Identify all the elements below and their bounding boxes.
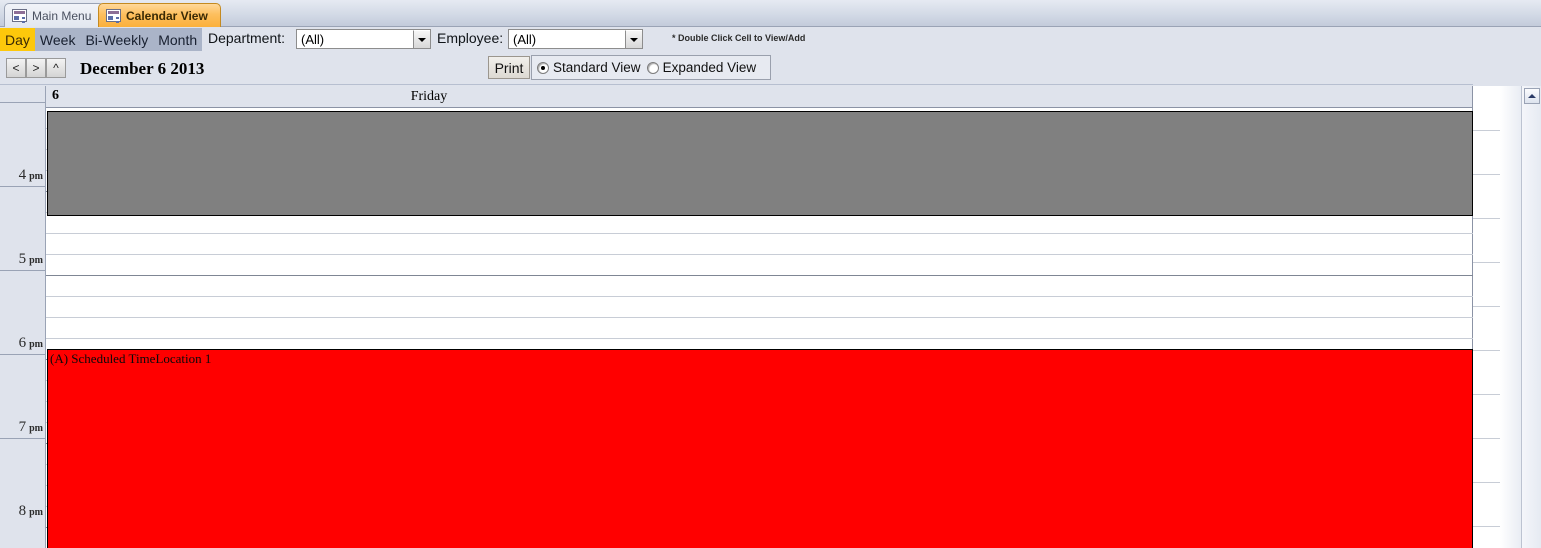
hour-meridiem: pm bbox=[29, 171, 43, 182]
time-gutter: 4 pm 5 pm 6 pm 7 pm 8 pm bbox=[0, 86, 46, 548]
appointment-block[interactable]: (A) Scheduled TimeLocation 1 bbox=[47, 349, 1473, 548]
hour-meridiem: pm bbox=[29, 339, 43, 350]
time-cell[interactable] bbox=[46, 234, 1473, 255]
hour-number: 5 bbox=[18, 251, 27, 267]
prev-day-label: < bbox=[12, 61, 20, 75]
employee-dropdown[interactable]: (All) bbox=[508, 29, 643, 49]
scroll-gutter-background bbox=[1500, 86, 1521, 548]
view-mode-day[interactable]: Day bbox=[0, 28, 35, 51]
time-slot-5pm: 5 pm bbox=[0, 186, 46, 270]
calendar-grid: 4 pm 5 pm 6 pm 7 pm 8 pm 6 Friday (A) Sc… bbox=[0, 86, 1541, 548]
day-column-header: 6 Friday bbox=[46, 86, 1473, 108]
next-day-button[interactable]: > bbox=[26, 58, 46, 78]
time-slot-4pm: 4 pm bbox=[0, 102, 46, 186]
double-click-hint: * Double Click Cell to View/Add bbox=[672, 33, 806, 43]
view-mode-bi-weekly-label: Bi-Weekly bbox=[85, 31, 149, 48]
department-label: Department: bbox=[208, 30, 286, 46]
chevron-up-icon bbox=[1528, 94, 1536, 98]
view-mode-day-label: Day bbox=[5, 31, 30, 48]
radio-expanded-view-indicator[interactable] bbox=[646, 61, 659, 74]
tab-calendar-view-label: Calendar View bbox=[126, 8, 208, 23]
prev-day-button[interactable]: < bbox=[6, 58, 26, 78]
view-mode-week[interactable]: Week bbox=[35, 28, 81, 51]
time-cell[interactable] bbox=[46, 318, 1473, 339]
hour-number: 7 bbox=[18, 419, 27, 435]
filter-toolbar: Day Week Bi-Weekly Month Department: (Al… bbox=[0, 28, 1541, 51]
tab-main-menu[interactable]: Main Menu bbox=[4, 3, 105, 27]
access-form-icon bbox=[106, 9, 121, 22]
radio-standard-view-indicator[interactable] bbox=[537, 61, 549, 74]
current-date-title: December 6 2013 bbox=[80, 59, 205, 78]
hour-number: 6 bbox=[18, 335, 27, 351]
time-cell[interactable] bbox=[46, 213, 1473, 234]
time-slot-7pm: 7 pm bbox=[0, 354, 46, 438]
access-form-icon bbox=[12, 9, 27, 22]
view-mode-month[interactable]: Month bbox=[153, 28, 202, 51]
time-cell[interactable] bbox=[46, 297, 1473, 318]
tab-bar-background bbox=[0, 0, 1541, 26]
print-button-label: Print bbox=[494, 59, 524, 76]
radio-standard-view[interactable]: Standard View bbox=[537, 60, 641, 75]
appointment-block[interactable] bbox=[47, 111, 1473, 216]
today-up-button[interactable]: ^ bbox=[46, 58, 66, 78]
employee-label: Employee: bbox=[437, 30, 504, 46]
today-up-label: ^ bbox=[53, 61, 59, 75]
time-cell[interactable] bbox=[46, 276, 1473, 297]
scroll-up-button[interactable] bbox=[1524, 88, 1540, 104]
employee-value: (All) bbox=[513, 31, 537, 47]
view-detail-radio-group: Standard View Expanded View bbox=[531, 55, 771, 80]
hour-meridiem: pm bbox=[29, 423, 43, 434]
hour-number: 4 bbox=[18, 167, 27, 183]
print-button[interactable]: Print bbox=[488, 56, 530, 79]
document-tab-bar: Main Menu Calendar View bbox=[0, 0, 1541, 27]
view-mode-month-label: Month bbox=[158, 31, 198, 48]
chevron-down-icon[interactable] bbox=[413, 30, 430, 48]
appointment-title: (A) Scheduled TimeLocation 1 bbox=[50, 351, 212, 366]
vertical-scrollbar[interactable] bbox=[1521, 86, 1541, 548]
hour-meridiem: pm bbox=[29, 507, 43, 518]
hour-meridiem: pm bbox=[29, 255, 43, 266]
view-mode-week-label: Week bbox=[39, 31, 76, 48]
radio-expanded-view-label: Expanded View bbox=[662, 60, 757, 75]
time-cell[interactable] bbox=[46, 255, 1473, 276]
day-column: 6 Friday (A) Scheduled TimeLocation 1 bbox=[46, 86, 1473, 548]
view-mode-switcher: Day Week Bi-Weekly Month bbox=[0, 28, 203, 51]
scroll-gutter bbox=[1500, 86, 1521, 548]
view-mode-bi-weekly[interactable]: Bi-Weekly bbox=[80, 28, 153, 51]
day-name: Friday bbox=[410, 89, 448, 104]
time-slot-8pm: 8 pm bbox=[0, 438, 46, 522]
access-calendar-window: Main Menu Calendar View Day Week Bi-Week… bbox=[0, 0, 1541, 548]
tab-main-menu-label: Main Menu bbox=[32, 8, 92, 23]
department-value: (All) bbox=[301, 31, 325, 47]
radio-standard-view-label: Standard View bbox=[553, 60, 641, 75]
department-dropdown[interactable]: (All) bbox=[296, 29, 431, 49]
time-slot-6pm: 6 pm bbox=[0, 270, 46, 354]
next-day-label: > bbox=[32, 61, 40, 75]
day-slot-area[interactable]: (A) Scheduled TimeLocation 1 bbox=[46, 108, 1473, 548]
chevron-down-icon[interactable] bbox=[625, 30, 642, 48]
tab-calendar-view[interactable]: Calendar View bbox=[98, 3, 221, 27]
radio-expanded-view[interactable]: Expanded View bbox=[646, 60, 757, 75]
hour-number: 8 bbox=[18, 503, 27, 519]
